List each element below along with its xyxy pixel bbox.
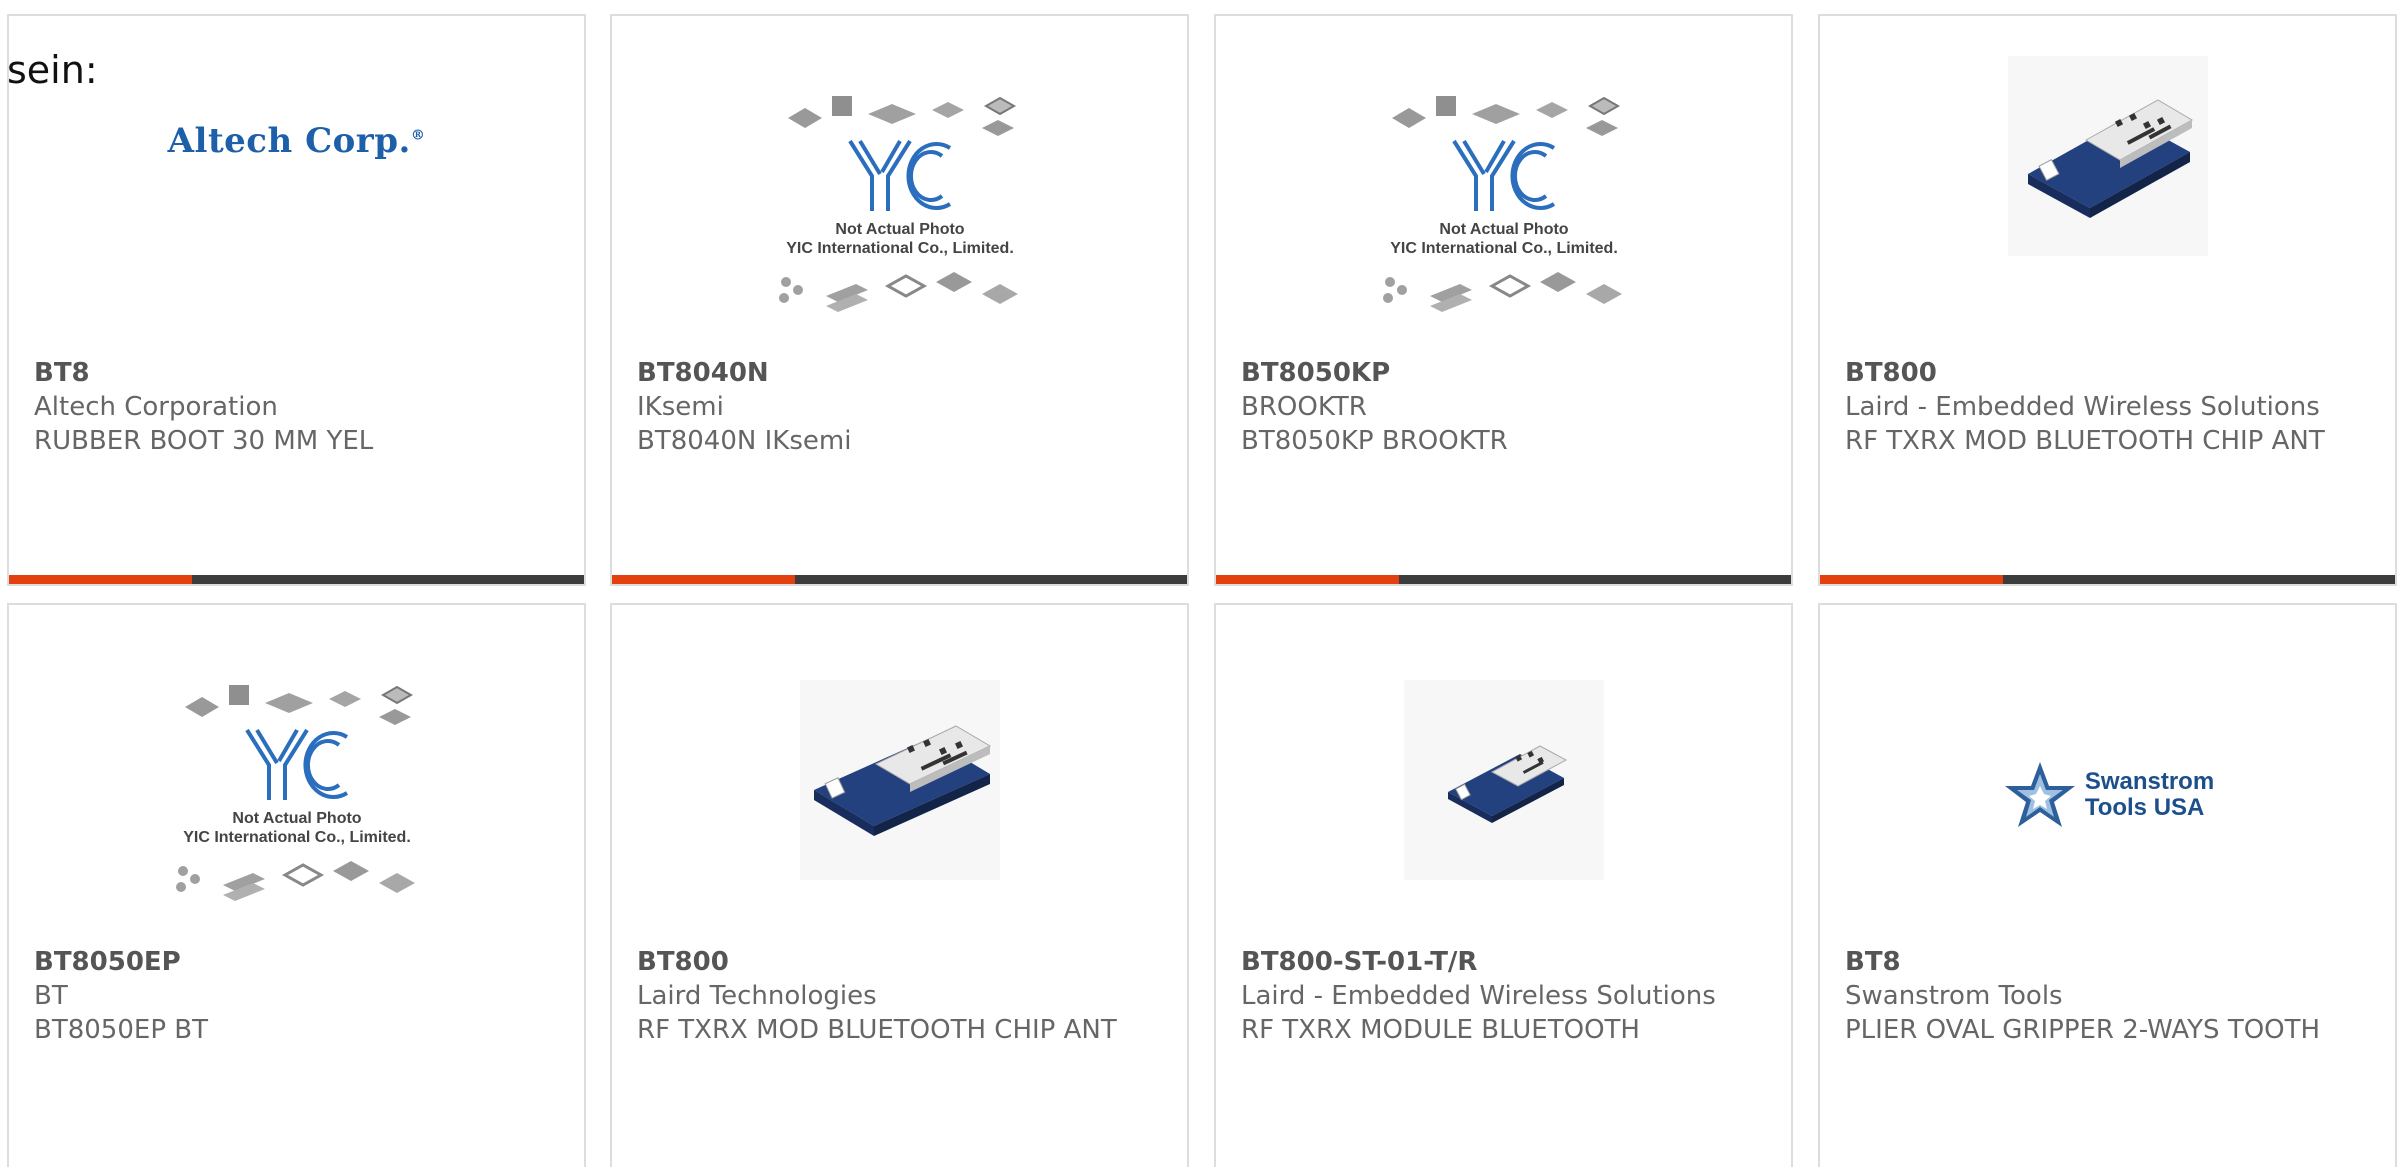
card-accent-fill [612, 575, 795, 584]
swanstrom-logo: Swanstrom Tools USA [2001, 760, 2214, 830]
product-image[interactable]: Swanstrom Tools USA [1820, 655, 2395, 945]
product-card[interactable]: BT800 Laird Technologies RF TXRX MOD BLU… [610, 603, 1189, 1167]
product-info: BT800-ST-01-T/R Laird - Embedded Wireles… [1241, 945, 1766, 1047]
description: RUBBER BOOT 30 MM YEL [34, 426, 374, 456]
manufacturer: BROOKTR [1241, 392, 1367, 422]
product-card[interactable]: BT800-ST-01-T/R Laird - Embedded Wireles… [1214, 603, 1793, 1167]
card-accent-bar [1216, 575, 1791, 584]
card-accent-fill [1216, 575, 1399, 584]
part-number[interactable]: BT8050EP [34, 945, 559, 979]
product-info: BT8050KP BROOKTR BT8050KP BROOKTR [1241, 356, 1766, 458]
product-image[interactable] [1820, 56, 2395, 356]
product-card[interactable]: BT800 Laird - Embedded Wireless Solution… [1818, 14, 2397, 586]
manufacturer: BT [34, 981, 68, 1011]
product-image[interactable]: Not Actual Photo YIC International Co., … [1216, 66, 1791, 356]
yic-caption-line2: YIC International Co., Limited. [183, 829, 411, 846]
product-image[interactable] [612, 655, 1187, 945]
swanstrom-logo-line1: Swanstrom [2084, 768, 2215, 795]
card-accent-bar [1820, 575, 2395, 584]
bluetooth-module-photo [1403, 680, 1604, 880]
product-card[interactable]: Not Actual Photo YIC International Co., … [7, 603, 586, 1167]
product-card[interactable]: Not Actual Photo YIC International Co., … [610, 14, 1189, 586]
card-accent-bar [612, 575, 1187, 584]
manufacturer: Laird Technologies [637, 981, 877, 1011]
star-icon [2004, 762, 2075, 827]
product-info: BT800 Laird Technologies RF TXRX MOD BLU… [637, 945, 1162, 1047]
manufacturer: Laird - Embedded Wireless Solutions [1845, 392, 2320, 422]
manufacturer: Swanstrom Tools [1845, 981, 2063, 1011]
manufacturer: Laird - Embedded Wireless Solutions [1241, 981, 1716, 1011]
description: RF TXRX MODULE BLUETOOTH [1241, 1015, 1640, 1045]
yic-caption-line1: Not Actual Photo [1439, 221, 1568, 238]
yic-caption-line2: YIC International Co., Limited. [786, 240, 1014, 257]
bluetooth-module-photo [799, 680, 1000, 880]
yic-caption-line1: Not Actual Photo [835, 221, 964, 238]
card-accent-fill [1820, 575, 2003, 584]
product-card[interactable]: Not Actual Photo YIC International Co., … [1214, 14, 1793, 586]
card-accent-fill [9, 575, 192, 584]
product-image[interactable]: Altech Corp.® [9, 66, 584, 356]
product-info: BT8 Swanstrom Tools PLIER OVAL GRIPPER 2… [1845, 945, 2370, 1047]
product-info: BT8 Altech Corporation RUBBER BOOT 30 MM… [34, 356, 559, 458]
product-info: BT8050EP BT BT8050EP BT [34, 945, 559, 1047]
manufacturer: Altech Corporation [34, 392, 278, 422]
yic-caption-line2: YIC International Co., Limited. [1390, 240, 1618, 257]
intro-text: sein: [7, 48, 98, 92]
bluetooth-module-photo [2007, 56, 2208, 256]
product-image[interactable]: Not Actual Photo YIC International Co., … [9, 655, 584, 945]
product-info: BT800 Laird - Embedded Wireless Solution… [1845, 356, 2370, 458]
altech-logo: Altech Corp.® [167, 121, 426, 161]
product-grid-page: sein: Altech Corp.® BT8 Altech Corporati… [0, 0, 2400, 1167]
product-image[interactable]: Not Actual Photo YIC International Co., … [612, 66, 1187, 356]
part-number[interactable]: BT800 [1845, 356, 2370, 390]
description: RF TXRX MOD BLUETOOTH CHIP ANT [1845, 426, 2325, 456]
description: RF TXRX MOD BLUETOOTH CHIP ANT [637, 1015, 1117, 1045]
yic-caption-line1: Not Actual Photo [232, 810, 361, 827]
yic-placeholder-image: Not Actual Photo YIC International Co., … [175, 685, 415, 901]
product-image[interactable] [1216, 655, 1791, 945]
product-card[interactable]: Swanstrom Tools USA BT8 Swanstrom Tools … [1818, 603, 2397, 1167]
card-accent-bar [9, 575, 584, 584]
product-card[interactable]: Altech Corp.® BT8 Altech Corporation RUB… [7, 14, 586, 586]
part-number[interactable]: BT800 [637, 945, 1162, 979]
yic-placeholder-image: Not Actual Photo YIC International Co., … [778, 96, 1018, 312]
product-info: BT8040N IKsemi BT8040N IKsemi [637, 356, 1162, 458]
manufacturer: IKsemi [637, 392, 724, 422]
part-number[interactable]: BT8050KP [1241, 356, 1766, 390]
part-number[interactable]: BT8 [1845, 945, 2370, 979]
part-number[interactable]: BT8040N [637, 356, 1162, 390]
description: BT8040N IKsemi [637, 426, 852, 456]
swanstrom-logo-line2: Tools USA [2084, 794, 2205, 821]
description: BT8050EP BT [34, 1015, 208, 1045]
yic-placeholder-image: Not Actual Photo YIC International Co., … [1382, 96, 1622, 312]
description: PLIER OVAL GRIPPER 2-WAYS TOOTH [1845, 1015, 2321, 1045]
description: BT8050KP BROOKTR [1241, 426, 1508, 456]
part-number[interactable]: BT800-ST-01-T/R [1241, 945, 1766, 979]
part-number[interactable]: BT8 [34, 356, 559, 390]
